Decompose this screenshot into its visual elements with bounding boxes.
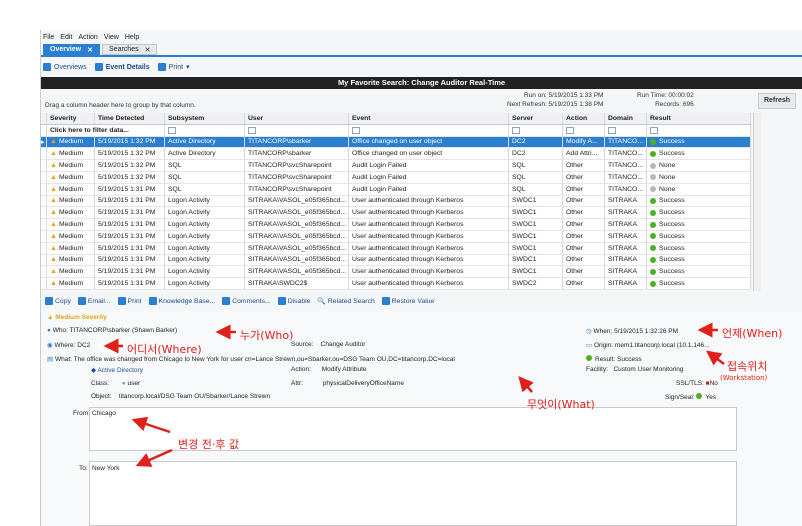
workstation-arrow: [706, 350, 725, 366]
to-arrow: [135, 448, 173, 467]
annotation-arrows: [103, 322, 725, 467]
from-arrow: [131, 416, 171, 434]
what-arrow: [518, 376, 534, 393]
